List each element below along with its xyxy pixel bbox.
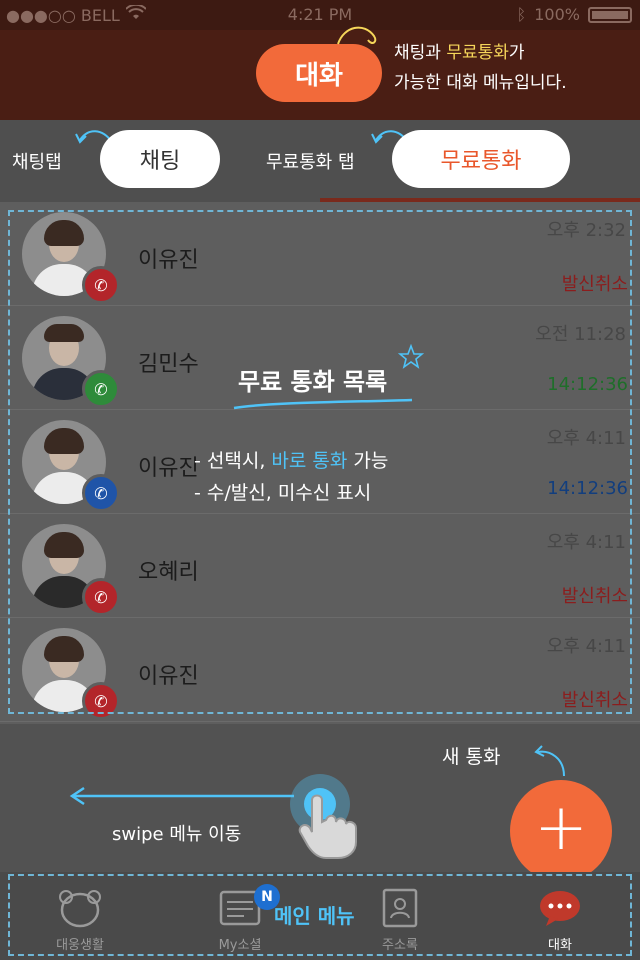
underline-decoration [233,398,413,410]
list-annotation-line1: - 선택시, 바로 통화 가능 [194,450,389,472]
status-bar: ●●●○○ BELL 4:21 PM ᛒ 100% [0,0,640,30]
new-call-arrow-icon [534,745,565,777]
battery-percent: 100% [534,5,580,24]
conversation-menu-title[interactable]: 대화 [256,44,382,102]
tab-bar: 채팅탭 채팅 무료통화 탭 무료통화 [0,120,640,202]
curl-arrow-icon [337,26,377,45]
list-annotation-title: 무료 통화 목록 [238,368,388,396]
star-icon [398,344,424,369]
hand-pointer-icon [298,794,357,859]
header-annotation: 채팅과 무료통화가 가능한 대화 메뉴입니다. [394,43,567,93]
tab-chat[interactable]: 채팅 [100,130,220,188]
free-call-tab-annotation: 무료통화 탭 [266,152,355,173]
tab-free-call[interactable]: 무료통화 [392,130,570,188]
battery-icon [588,6,632,23]
new-call-annotation: 새 통화 [442,746,501,768]
nav-highlight-box [8,874,632,956]
chat-tab-annotation: 채팅탭 [12,152,62,173]
swipe-arrow-icon [69,786,294,806]
new-call-button[interactable]: + [510,780,612,882]
swipe-annotation: swipe 메뉴 이동 [112,824,242,845]
bluetooth-icon: ᛒ [516,5,527,24]
header: 대화 채팅과 무료통화가 가능한 대화 메뉴입니다. [0,26,640,120]
list-annotation-line2: - 수/발신, 미수신 표시 [194,482,372,504]
